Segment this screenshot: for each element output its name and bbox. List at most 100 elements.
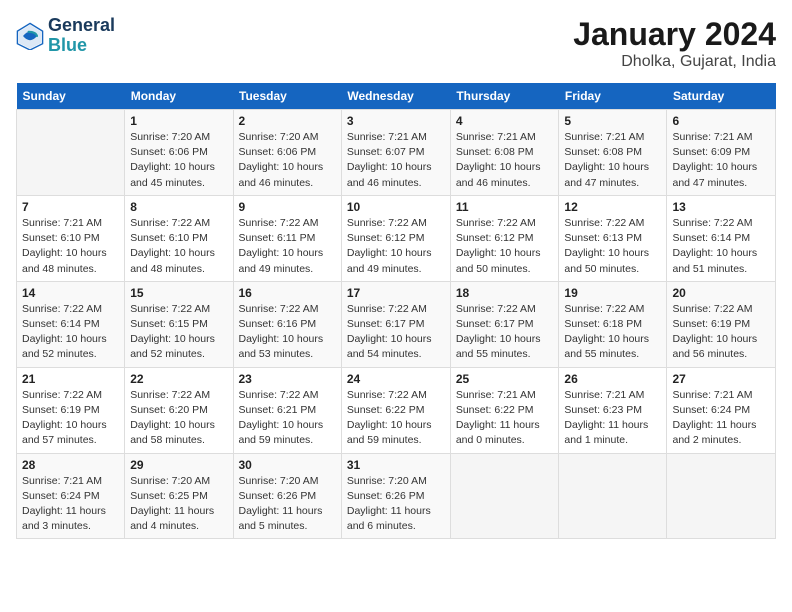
calendar-table: SundayMondayTuesdayWednesdayThursdayFrid… (16, 83, 776, 539)
day-number: 23 (239, 372, 336, 386)
day-info: Sunrise: 7:22 AMSunset: 6:12 PMDaylight:… (347, 216, 445, 277)
calendar-cell: 2Sunrise: 7:20 AMSunset: 6:06 PMDaylight… (233, 110, 341, 196)
weekday-header-tuesday: Tuesday (233, 83, 341, 110)
day-number: 12 (564, 200, 661, 214)
day-number: 22 (130, 372, 227, 386)
day-number: 31 (347, 458, 445, 472)
weekday-header-wednesday: Wednesday (341, 83, 450, 110)
calendar-cell: 6Sunrise: 7:21 AMSunset: 6:09 PMDaylight… (667, 110, 776, 196)
day-number: 17 (347, 286, 445, 300)
calendar-cell: 22 Sunrise: 7:22 AMSunset: 6:20 PMDayligh… (125, 367, 233, 453)
day-info: Sunrise: 7:22 AMSunset: 6:11 PMDaylight:… (239, 216, 336, 277)
day-info: Sunrise: 7:22 AMSunset: 6:19 PMDaylight:… (672, 302, 770, 363)
day-number: 30 (239, 458, 336, 472)
weekday-header-row: SundayMondayTuesdayWednesdayThursdayFrid… (17, 83, 776, 110)
weekday-header-thursday: Thursday (450, 83, 559, 110)
logo-icon (16, 22, 44, 50)
calendar-title: January 2024 (573, 16, 776, 53)
calendar-cell: 16 Sunrise: 7:22 AMSunset: 6:16 PMDayligh… (233, 281, 341, 367)
day-number: 8 (130, 200, 227, 214)
day-info: Sunrise: 7:22 AMSunset: 6:17 PMDaylight:… (347, 302, 445, 363)
day-number: 18 (456, 286, 554, 300)
day-info: Sunrise: 7:21 AMSunset: 6:09 PMDaylight:… (672, 130, 770, 191)
day-number: 7 (22, 200, 119, 214)
day-info: Sunrise: 7:22 AMSunset: 6:19 PMDaylight:… (22, 388, 119, 449)
day-info: Sunrise: 7:22 AMSunset: 6:15 PMDaylight:… (130, 302, 227, 363)
day-info: Sunrise: 7:22 AMSunset: 6:22 PMDaylight:… (347, 388, 445, 449)
calendar-cell: 30 Sunrise: 7:20 AMSunset: 6:26 PMDayligh… (233, 453, 341, 539)
calendar-cell: 4Sunrise: 7:21 AMSunset: 6:08 PMDaylight… (450, 110, 559, 196)
calendar-cell: 5 Sunrise: 7:21 AMSunset: 6:08 PMDaylight… (559, 110, 667, 196)
title-block: January 2024 Dholka, Gujarat, India (573, 16, 776, 71)
weekday-header-saturday: Saturday (667, 83, 776, 110)
calendar-week-row: 1 Sunrise: 7:20 AMSunset: 6:06 PMDaylight… (17, 110, 776, 196)
calendar-cell: 14 Sunrise: 7:22 AMSunset: 6:14 PMDayligh… (17, 281, 125, 367)
day-number: 14 (22, 286, 119, 300)
calendar-cell: 13 Sunrise: 7:22 AMSunset: 6:14 PMDayligh… (667, 195, 776, 281)
calendar-cell: 24 Sunrise: 7:22 AMSunset: 6:22 PMDayligh… (341, 367, 450, 453)
day-info: Sunrise: 7:22 AMSunset: 6:14 PMDaylight:… (672, 216, 770, 277)
calendar-cell: 7 Sunrise: 7:21 AMSunset: 6:10 PMDaylight… (17, 195, 125, 281)
calendar-cell: 18 Sunrise: 7:22 AMSunset: 6:17 PMDayligh… (450, 281, 559, 367)
calendar-cell: 26Sunrise: 7:21 AMSunset: 6:23 PMDayligh… (559, 367, 667, 453)
day-info: Sunrise: 7:20 AMSunset: 6:26 PMDaylight:… (239, 474, 336, 535)
calendar-cell: 3 Sunrise: 7:21 AMSunset: 6:07 PMDaylight… (341, 110, 450, 196)
calendar-cell (450, 453, 559, 539)
day-info: Sunrise: 7:21 AMSunset: 6:08 PMDaylight:… (456, 130, 554, 191)
calendar-week-row: 21 Sunrise: 7:22 AMSunset: 6:19 PMDayligh… (17, 367, 776, 453)
day-info: Sunrise: 7:22 AMSunset: 6:18 PMDaylight:… (564, 302, 661, 363)
day-info: Sunrise: 7:21 AMSunset: 6:23 PMDaylight:… (564, 388, 661, 449)
day-info: Sunrise: 7:22 AMSunset: 6:14 PMDaylight:… (22, 302, 119, 363)
day-number: 15 (130, 286, 227, 300)
day-info: Sunrise: 7:21 AMSunset: 6:22 PMDaylight:… (456, 388, 554, 449)
page-header: GeneralBlue January 2024 Dholka, Gujarat… (16, 16, 776, 71)
day-info: Sunrise: 7:21 AMSunset: 6:24 PMDaylight:… (22, 474, 119, 535)
calendar-cell: 20Sunrise: 7:22 AMSunset: 6:19 PMDayligh… (667, 281, 776, 367)
day-number: 25 (456, 372, 554, 386)
day-number: 24 (347, 372, 445, 386)
day-number: 29 (130, 458, 227, 472)
day-info: Sunrise: 7:21 AMSunset: 6:08 PMDaylight:… (564, 130, 661, 191)
calendar-cell: 23Sunrise: 7:22 AMSunset: 6:21 PMDayligh… (233, 367, 341, 453)
day-info: Sunrise: 7:20 AMSunset: 6:06 PMDaylight:… (130, 130, 227, 191)
day-number: 16 (239, 286, 336, 300)
calendar-cell: 21 Sunrise: 7:22 AMSunset: 6:19 PMDayligh… (17, 367, 125, 453)
calendar-cell: 31Sunrise: 7:20 AMSunset: 6:26 PMDayligh… (341, 453, 450, 539)
day-info: Sunrise: 7:21 AMSunset: 6:10 PMDaylight:… (22, 216, 119, 277)
day-number: 11 (456, 200, 554, 214)
day-info: Sunrise: 7:22 AMSunset: 6:13 PMDaylight:… (564, 216, 661, 277)
logo: GeneralBlue (16, 16, 115, 56)
day-number: 21 (22, 372, 119, 386)
day-number: 1 (130, 114, 227, 128)
calendar-cell: 19 Sunrise: 7:22 AMSunset: 6:18 PMDayligh… (559, 281, 667, 367)
calendar-cell: 12 Sunrise: 7:22 AMSunset: 6:13 PMDayligh… (559, 195, 667, 281)
day-number: 13 (672, 200, 770, 214)
day-number: 28 (22, 458, 119, 472)
day-info: Sunrise: 7:20 AMSunset: 6:25 PMDaylight:… (130, 474, 227, 535)
day-number: 3 (347, 114, 445, 128)
calendar-cell: 17 Sunrise: 7:22 AMSunset: 6:17 PMDayligh… (341, 281, 450, 367)
day-info: Sunrise: 7:22 AMSunset: 6:17 PMDaylight:… (456, 302, 554, 363)
day-info: Sunrise: 7:22 AMSunset: 6:12 PMDaylight:… (456, 216, 554, 277)
day-info: Sunrise: 7:22 AMSunset: 6:16 PMDaylight:… (239, 302, 336, 363)
day-number: 5 (564, 114, 661, 128)
day-info: Sunrise: 7:20 AMSunset: 6:06 PMDaylight:… (239, 130, 336, 191)
calendar-cell (17, 110, 125, 196)
weekday-header-monday: Monday (125, 83, 233, 110)
calendar-week-row: 14 Sunrise: 7:22 AMSunset: 6:14 PMDayligh… (17, 281, 776, 367)
calendar-week-row: 28 Sunrise: 7:21 AMSunset: 6:24 PMDayligh… (17, 453, 776, 539)
day-info: Sunrise: 7:21 AMSunset: 6:24 PMDaylight:… (672, 388, 770, 449)
day-info: Sunrise: 7:22 AMSunset: 6:10 PMDaylight:… (130, 216, 227, 277)
day-info: Sunrise: 7:22 AMSunset: 6:20 PMDaylight:… (130, 388, 227, 449)
calendar-cell: 29 Sunrise: 7:20 AMSunset: 6:25 PMDayligh… (125, 453, 233, 539)
calendar-cell: 9Sunrise: 7:22 AMSunset: 6:11 PMDaylight… (233, 195, 341, 281)
day-info: Sunrise: 7:21 AMSunset: 6:07 PMDaylight:… (347, 130, 445, 191)
calendar-subtitle: Dholka, Gujarat, India (573, 53, 776, 71)
calendar-cell: 27Sunrise: 7:21 AMSunset: 6:24 PMDayligh… (667, 367, 776, 453)
calendar-cell: 11 Sunrise: 7:22 AMSunset: 6:12 PMDayligh… (450, 195, 559, 281)
calendar-cell (667, 453, 776, 539)
calendar-cell: 10 Sunrise: 7:22 AMSunset: 6:12 PMDayligh… (341, 195, 450, 281)
day-number: 10 (347, 200, 445, 214)
calendar-cell: 1 Sunrise: 7:20 AMSunset: 6:06 PMDaylight… (125, 110, 233, 196)
day-number: 19 (564, 286, 661, 300)
